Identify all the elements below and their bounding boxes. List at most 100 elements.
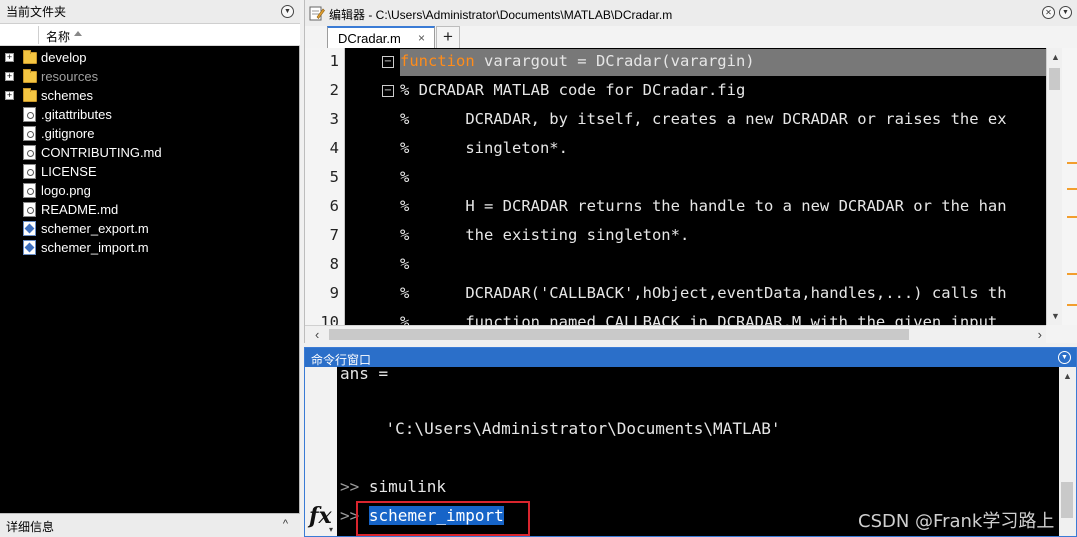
code-text: % — [400, 255, 410, 273]
file-icon — [23, 202, 36, 217]
details-label: 详细信息 — [6, 520, 55, 534]
folder-icon — [23, 88, 37, 102]
scroll-left-icon[interactable]: ‹ — [315, 327, 319, 342]
column-separator — [38, 26, 39, 44]
fold-collapse-icon[interactable]: − — [382, 85, 394, 97]
new-tab-button[interactable]: + — [436, 26, 460, 48]
scroll-down-icon[interactable]: ▼ — [1051, 311, 1060, 321]
code-text: % function named CALLBACK in DCRADAR.M w… — [400, 313, 998, 325]
message-marker-strip — [1062, 48, 1077, 325]
chevron-down-icon[interactable]: ▾ — [329, 525, 333, 534]
command-window-scrollbar[interactable]: ▲ — [1059, 367, 1076, 536]
fold-collapse-icon[interactable]: − — [382, 56, 394, 68]
code-text: % the existing singleton*. — [400, 226, 690, 244]
code-line: 2 −% DCRADAR MATLAB code for DCradar.fig — [305, 77, 1046, 106]
scroll-up-icon[interactable]: ▲ — [1051, 52, 1060, 62]
warning-marker[interactable] — [1067, 216, 1077, 218]
line-number: 7 — [329, 226, 339, 244]
file-name: .gitignore — [41, 126, 95, 141]
expand-plus-icon[interactable]: + — [5, 72, 14, 81]
code-text: % H = DCRADAR returns the handle to a ne… — [400, 197, 1007, 215]
scroll-thumb[interactable] — [329, 329, 909, 340]
expand-plus-icon[interactable]: + — [5, 53, 14, 62]
matlab-file-icon — [23, 221, 36, 236]
file-list-item[interactable]: .gitignore — [0, 124, 298, 143]
expand-plus-icon[interactable]: + — [5, 91, 14, 100]
file-list-item[interactable]: logo.png — [0, 181, 298, 200]
sort-ascending-icon — [74, 31, 82, 36]
file-icon — [23, 107, 36, 122]
file-icon — [23, 164, 36, 179]
editor-vertical-scrollbar[interactable]: ▲ ▼ — [1046, 48, 1062, 325]
code-line: 6 % H = DCRADAR returns the handle to a n… — [305, 193, 1046, 222]
file-icon — [23, 145, 36, 160]
code-line: 9 % DCRADAR('CALLBACK',hObject,eventData,… — [305, 280, 1046, 309]
folder-icon — [23, 69, 37, 83]
command-window-title: 命令行窗口 — [311, 353, 372, 367]
code-line: 10 % function named CALLBACK in DCRADAR.M… — [305, 309, 1046, 325]
column-name-header[interactable]: 名称 — [46, 28, 70, 45]
line-number: 2 — [329, 81, 339, 99]
code-line: 4 % singleton*. — [305, 135, 1046, 164]
warning-marker[interactable] — [1067, 273, 1077, 275]
column-header: 名称 — [0, 24, 300, 46]
editor-horizontal-scrollbar[interactable]: ‹ › — [305, 325, 1046, 343]
editor-menu-icon[interactable]: ▼ — [1059, 6, 1072, 19]
code-line: 3 % DCRADAR, by itself, creates a new DCR… — [305, 106, 1046, 135]
code-line: 8% — [305, 251, 1046, 280]
code-text: function varargout = DCradar(varargin) — [400, 52, 755, 70]
highlight-annotation-box — [356, 501, 530, 536]
file-list-item[interactable]: + schemes — [0, 86, 298, 105]
file-list-item[interactable]: + develop — [0, 48, 298, 67]
folder-icon — [23, 50, 37, 64]
watermark: CSDN @Frank学习路上 — [858, 511, 1055, 532]
file-list-item[interactable]: + resources — [0, 67, 298, 86]
file-icon — [23, 183, 36, 198]
details-bar[interactable]: 详细信息 ^ — [0, 513, 300, 537]
line-number: 1 — [329, 52, 339, 70]
file-name: schemer_import.m — [41, 240, 149, 255]
file-name: resources — [41, 69, 99, 84]
warning-marker[interactable] — [1067, 304, 1077, 306]
panel-menu-icon[interactable]: ▼ — [281, 5, 294, 18]
line-number: 4 — [329, 139, 339, 157]
file-name: README.md — [41, 202, 119, 217]
file-list-item[interactable]: LICENSE — [0, 162, 298, 181]
code-line: 1 − function varargout = DCradar(varargin) — [305, 48, 1046, 77]
scroll-up-icon[interactable]: ▲ — [1063, 371, 1072, 381]
code-text: % DCRADAR MATLAB code for DCradar.fig — [400, 81, 746, 99]
code-rest: varargout = DCradar(varargin) — [474, 52, 755, 70]
prompt: >> — [340, 477, 360, 496]
file-name: .gitattributes — [41, 107, 112, 122]
editor-titlebar: 编辑器 - C:\Users\Administrator\Documents\M… — [305, 0, 1077, 26]
file-list-item[interactable]: CONTRIBUTING.md — [0, 143, 298, 162]
file-list-item[interactable]: schemer_export.m — [0, 219, 298, 238]
warning-marker[interactable] — [1067, 188, 1077, 190]
code-area[interactable]: 1− function varargout = DCradar(varargin)… — [305, 48, 1046, 325]
line-number: 6 — [329, 197, 339, 215]
file-list: + develop + resources + schemes .gitattributes… — [0, 48, 298, 257]
current-folder-title: 当前文件夹 — [6, 5, 67, 19]
scroll-thumb[interactable] — [1049, 68, 1060, 90]
tab-dcradar[interactable]: DCradar.m × — [327, 26, 435, 48]
close-editor-icon[interactable]: ✕ — [1042, 6, 1055, 19]
file-list-item[interactable]: schemer_import.m — [0, 238, 298, 257]
code-text: % singleton*. — [400, 139, 568, 157]
function-browser-column: fx ▾ — [305, 367, 337, 536]
command-window-menu-icon[interactable]: ▼ — [1058, 351, 1071, 364]
file-name: schemer_export.m — [41, 221, 149, 236]
code-line: 7 % the existing singleton*. — [305, 222, 1046, 251]
tab-close-icon[interactable]: × — [418, 31, 425, 45]
output-line: ans = — [340, 367, 389, 383]
scroll-right-icon[interactable]: › — [1038, 327, 1042, 342]
scroll-thumb[interactable] — [1061, 482, 1073, 518]
file-list-item[interactable]: .gitattributes — [0, 105, 298, 124]
current-folder-header: 当前文件夹 ▼ — [0, 0, 300, 24]
code-text: % DCRADAR('CALLBACK',hObject,eventData,h… — [400, 284, 1007, 302]
expand-up-icon[interactable]: ^ — [283, 518, 288, 530]
editor-title: 编辑器 - C:\Users\Administrator\Documents\M… — [329, 8, 673, 22]
warning-marker[interactable] — [1067, 162, 1077, 164]
file-icon — [23, 126, 36, 141]
current-folder-panel: 当前文件夹 ▼ 名称 + develop + resources + schemes .gi… — [0, 0, 300, 537]
file-list-item[interactable]: README.md — [0, 200, 298, 219]
